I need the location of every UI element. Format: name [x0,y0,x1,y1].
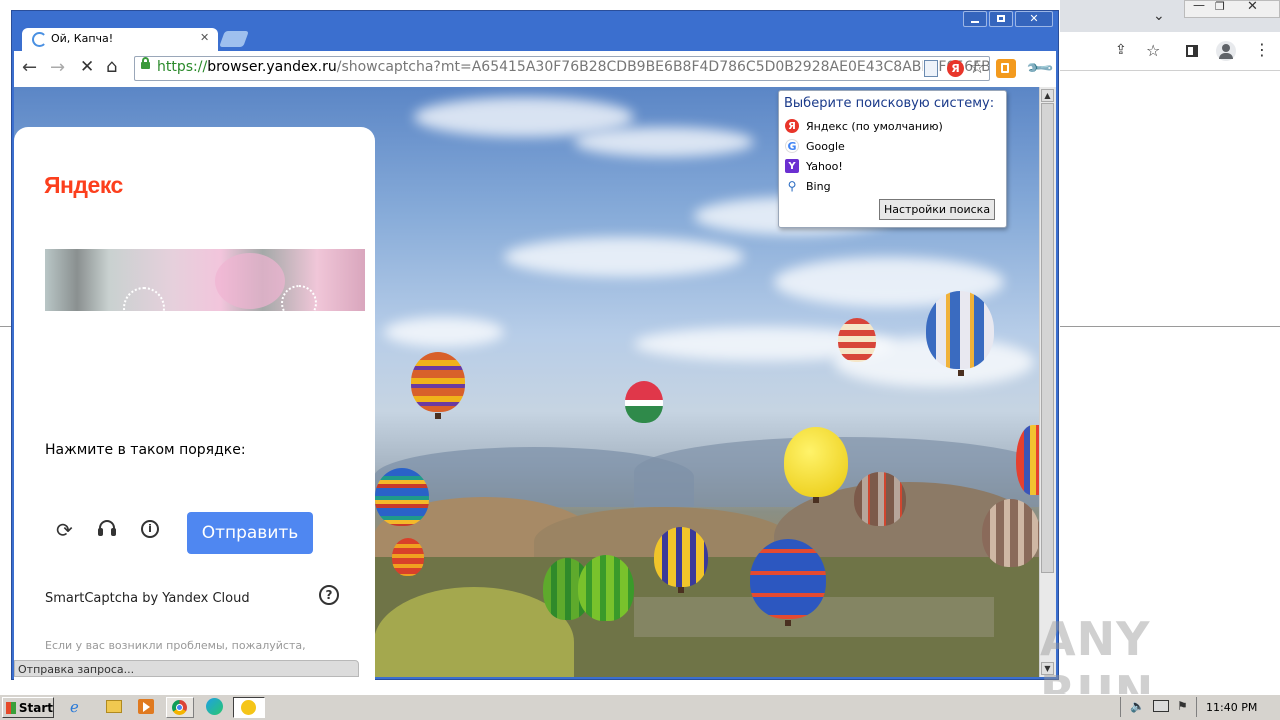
yandex-icon: Я [785,119,799,133]
divider [1060,326,1280,327]
profile-avatar-icon[interactable] [1216,41,1236,61]
smartcaptcha-brand[interactable]: SmartCaptcha by Yandex Cloud [45,591,250,606]
yandex-browser-taskbar-button[interactable] [233,697,265,718]
engine-option-google[interactable]: G Google [785,138,845,154]
tab-close-icon[interactable]: ✕ [200,31,209,44]
refresh-icon[interactable]: ⟳ [56,518,73,542]
chrome-taskbar-button[interactable] [166,697,194,718]
search-engine-popup: Выберите поисковую систему: Я Яндекс (по… [778,90,1007,228]
popup-title: Выберите поисковую систему: [784,96,995,111]
close-icon: ✕ [1029,12,1039,25]
divider [1120,697,1121,717]
help-question-icon[interactable]: ? [319,585,339,605]
network-icon[interactable] [1153,700,1169,712]
start-button[interactable]: Start [2,697,54,718]
media-player-icon[interactable] [138,699,154,714]
yahoo-icon: Y [785,159,799,173]
chrome-icon [172,700,187,715]
bookmark-star-icon[interactable]: ☆ [969,57,985,78]
restore-button[interactable] [989,11,1013,27]
minimize-icon [971,21,979,23]
captcha-task-image[interactable] [45,249,365,311]
yandex-search-icon[interactable]: Я [947,60,964,77]
engine-label: Bing [806,179,831,193]
bookmark-star-icon[interactable]: ☆ [1146,41,1160,60]
loading-spinner-icon [32,32,47,47]
info-icon[interactable]: i [141,520,159,538]
engine-label: Yahoo! [806,159,843,173]
submit-button[interactable]: Отправить [187,512,313,554]
address-bar[interactable]: https://browser.yandex.ru/showcaptcha?mt… [134,56,990,81]
search-settings-button[interactable]: Настройки поиска [879,199,995,220]
yandex-browser-icon [241,700,256,715]
scroll-up-arrow-icon[interactable]: ▲ [1041,89,1054,102]
tab-active[interactable]: Ой, Капча! ✕ [22,28,218,52]
system-clock[interactable]: 11:40 PM [1206,701,1257,714]
more-menu-icon[interactable]: ⋮ [1254,40,1270,59]
edge-icon[interactable] [206,698,223,715]
tab-title: Ой, Капча! [51,32,114,45]
background-window-controls: — ❐ ✕ [1184,0,1280,18]
file-explorer-icon[interactable] [106,700,122,713]
engine-option-bing[interactable]: ⚲ Bing [785,178,831,194]
engine-option-yahoo[interactable]: Y Yahoo! [785,158,843,174]
close-button[interactable]: ✕ [1015,11,1053,27]
volume-speaker-icon[interactable]: 🔈 [1130,699,1145,713]
yandex-logo[interactable]: Яндекс [44,172,123,199]
stop-loading-icon[interactable]: ✕ [80,57,94,77]
chevron-down-icon[interactable]: ⌄ [1153,8,1165,24]
bing-magnifier-icon: ⚲ [785,179,799,193]
internet-explorer-icon[interactable]: ℯ [70,698,79,716]
divider [1196,697,1197,717]
captcha-instruction: Нажмите в таком порядке: [45,442,246,458]
forward-arrow-icon[interactable]: → [50,57,65,78]
extension-icon[interactable] [996,59,1016,78]
side-panel-icon[interactable] [1186,45,1198,57]
back-arrow-icon[interactable]: ← [22,57,37,78]
audio-headphones-icon[interactable] [98,520,116,536]
home-icon[interactable]: ⌂ [106,56,117,77]
minimize-icon[interactable]: — [1193,0,1205,12]
engine-label: Google [806,139,845,153]
flag-notification-icon[interactable]: ⚑ [1177,699,1188,713]
page-icon[interactable] [923,60,939,77]
engine-option-yandex[interactable]: Я Яндекс (по умолчанию) [785,118,943,134]
url-text: https://browser.yandex.ru/showcaptcha?mt… [157,59,990,75]
engine-label: Яндекс (по умолчанию) [806,119,943,133]
scrollbar-thumb[interactable] [1041,103,1054,573]
windows-logo-icon [6,701,16,714]
help-text: Если у вас возникли проблемы, пожалуйста… [45,639,306,652]
restore-icon [997,15,1005,22]
share-icon[interactable]: ⇪ [1115,42,1127,58]
background-window-toolbar: ⇪ ☆ ⋮ [1060,34,1280,71]
google-icon: G [785,139,799,153]
status-bar: Отправка запроса... [14,660,359,677]
minimize-button[interactable] [963,11,987,27]
close-icon[interactable]: ✕ [1247,0,1258,14]
lock-icon [141,57,150,69]
status-text: Отправка запроса... [18,663,135,676]
restore-icon[interactable]: ❐ [1215,0,1225,13]
